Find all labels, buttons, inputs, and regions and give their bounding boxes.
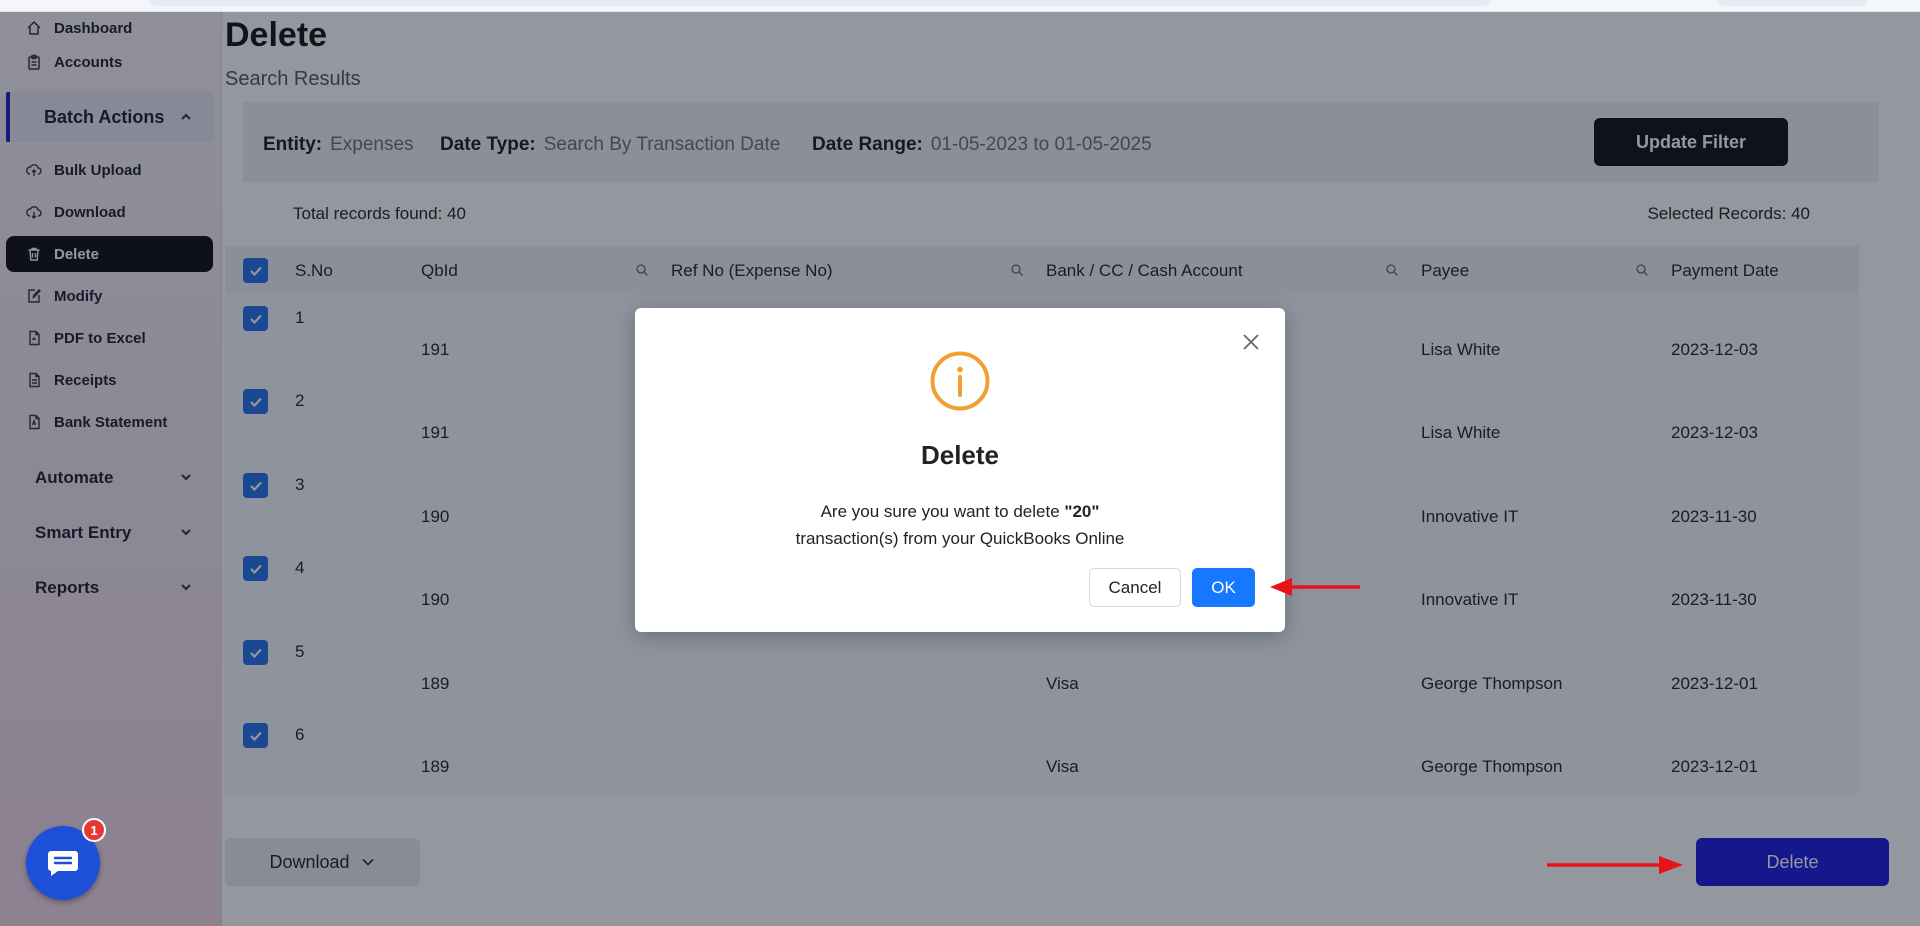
ok-button[interactable]: OK: [1192, 568, 1255, 607]
close-icon[interactable]: [1241, 332, 1261, 352]
dialog-title: Delete: [920, 440, 1000, 470]
annotation-arrow-icon: [1270, 578, 1360, 596]
browser-top-strip: [0, 0, 1920, 12]
chat-notification-badge: 1: [82, 818, 106, 842]
info-icon: [930, 351, 990, 411]
address-bar-edge: [150, 0, 1490, 6]
dialog-message: Are you sure you want to delete "20" tra…: [635, 498, 1285, 552]
dialog-message-suffix: transaction(s) from your QuickBooks Onli…: [795, 529, 1125, 548]
chat-icon: [48, 851, 78, 876]
annotation-arrow-icon: [1547, 856, 1683, 874]
dialog-message-count: "20": [1064, 502, 1100, 521]
cancel-button[interactable]: Cancel: [1089, 568, 1181, 607]
delete-confirm-dialog: Delete Are you sure you want to delete "…: [635, 308, 1285, 632]
dialog-message-prefix: Are you sure you want to delete: [820, 502, 1065, 521]
browser-button-edge: [1718, 0, 1868, 6]
